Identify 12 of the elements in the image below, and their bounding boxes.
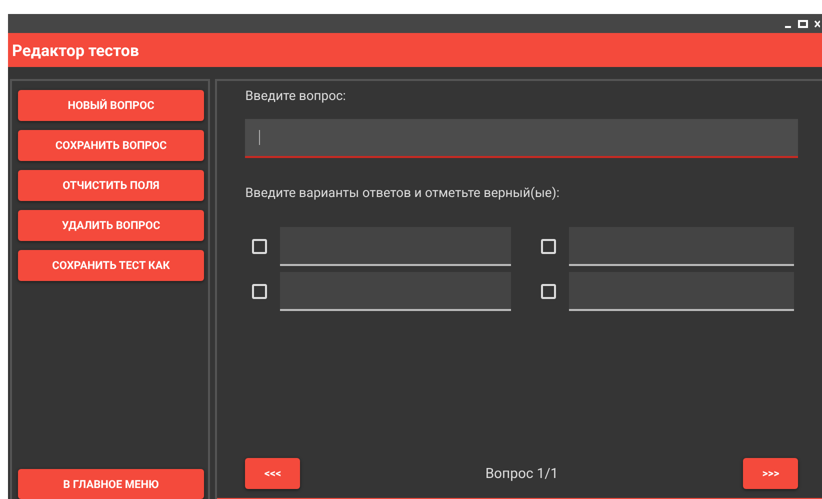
- next-button[interactable]: >>>: [743, 458, 798, 489]
- answers-label: Введите варианты ответов и отметьте верный(ые):: [245, 186, 560, 201]
- sidebar-button[interactable]: СОХРАНИТЬ ВОПРОС: [18, 130, 204, 161]
- sidebar-button[interactable]: ОТЧИСТИТЬ ПОЛЯ: [18, 170, 204, 201]
- sidebar-button[interactable]: НОВЫЙ ВОПРОС: [18, 90, 204, 121]
- previous-button[interactable]: <<<: [245, 458, 300, 489]
- sidebar-button[interactable]: УДАЛИТЬ ВОПРОС: [18, 210, 204, 241]
- main-menu-button[interactable]: В ГЛАВНОЕ МЕНЮ: [18, 469, 204, 499]
- window-title: Редактор тестов: [12, 40, 139, 60]
- question-counter: Вопрос 1/1: [485, 466, 558, 482]
- sidebar-button[interactable]: СОХРАНИТЬ ТЕСТ КАК: [18, 250, 204, 281]
- question-label: Введите вопрос:: [245, 89, 347, 104]
